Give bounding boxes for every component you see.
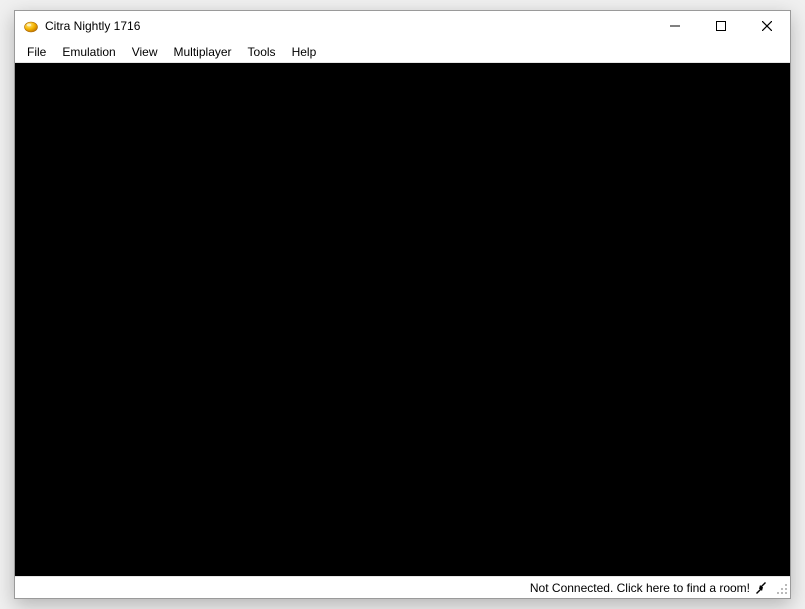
maximize-button[interactable]: [698, 11, 744, 41]
menu-emulation[interactable]: Emulation: [54, 43, 123, 61]
menu-view[interactable]: View: [124, 43, 166, 61]
menubar: File Emulation View Multiplayer Tools He…: [15, 41, 790, 63]
menu-help[interactable]: Help: [284, 43, 325, 61]
menu-tools[interactable]: Tools: [240, 43, 284, 61]
resize-grip[interactable]: [774, 581, 788, 595]
menu-multiplayer[interactable]: Multiplayer: [166, 43, 240, 61]
statusbar: Not Connected. Click here to find a room…: [15, 576, 790, 598]
menu-file[interactable]: File: [19, 43, 54, 61]
titlebar: Citra Nightly 1716: [15, 11, 790, 41]
network-icon[interactable]: [754, 581, 768, 595]
close-button[interactable]: [744, 11, 790, 41]
app-window: Citra Nightly 1716 File Emulation View M…: [14, 10, 791, 599]
connection-status[interactable]: Not Connected. Click here to find a room…: [530, 581, 750, 595]
app-icon: [23, 18, 39, 34]
minimize-button[interactable]: [652, 11, 698, 41]
render-viewport: [15, 63, 790, 576]
window-title: Citra Nightly 1716: [45, 19, 140, 33]
window-controls: [652, 11, 790, 41]
